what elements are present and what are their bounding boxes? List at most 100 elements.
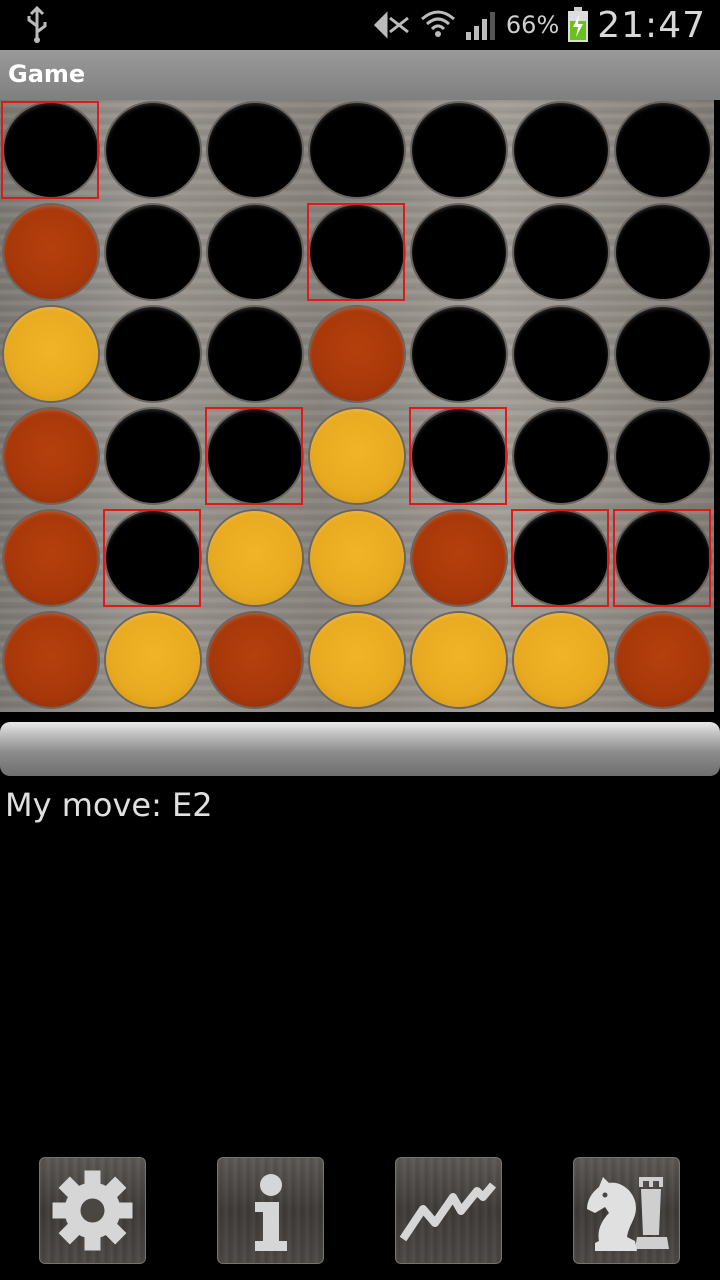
move-message: My move: E2	[5, 786, 213, 824]
board-cell[interactable]	[102, 610, 204, 712]
empty-slot	[106, 307, 200, 401]
empty-slot	[412, 103, 506, 197]
info-button[interactable]	[217, 1157, 324, 1264]
red-disc	[4, 613, 98, 707]
empty-slot	[616, 409, 710, 503]
board-cell[interactable]	[204, 406, 306, 508]
board-cell[interactable]	[612, 610, 714, 712]
red-disc	[4, 409, 98, 503]
board-cell[interactable]	[612, 202, 714, 304]
yellow-disc	[514, 613, 608, 707]
empty-slot	[412, 409, 506, 503]
board-cell[interactable]	[102, 100, 204, 202]
empty-slot	[106, 103, 200, 197]
board-cell[interactable]	[102, 202, 204, 304]
board-cell[interactable]	[510, 100, 612, 202]
empty-slot	[616, 511, 710, 605]
board-cell[interactable]	[306, 304, 408, 406]
info-icon	[255, 1174, 287, 1251]
wifi-icon	[420, 10, 455, 37]
empty-slot	[616, 103, 710, 197]
empty-slot	[208, 307, 302, 401]
empty-slot	[514, 103, 608, 197]
board-cell[interactable]	[510, 610, 612, 712]
empty-slot	[310, 103, 404, 197]
empty-slot	[106, 409, 200, 503]
board-cell[interactable]	[510, 304, 612, 406]
clock: 21:47	[597, 4, 706, 46]
empty-slot	[616, 307, 710, 401]
board-cell[interactable]	[204, 202, 306, 304]
battery-percent: 66%	[505, 11, 560, 39]
chart-icon	[399, 1182, 497, 1242]
board-cell[interactable]	[612, 406, 714, 508]
empty-slot	[412, 205, 506, 299]
board-cell[interactable]	[102, 406, 204, 508]
board-cell[interactable]	[306, 100, 408, 202]
chess-pieces-icon	[587, 1177, 669, 1251]
usb-icon	[27, 6, 47, 43]
red-disc	[616, 613, 710, 707]
board-cell[interactable]	[612, 304, 714, 406]
board-cell[interactable]	[612, 508, 714, 610]
empty-slot	[208, 103, 302, 197]
board-cell[interactable]	[408, 202, 510, 304]
board-cell[interactable]	[204, 304, 306, 406]
board-cell[interactable]	[204, 508, 306, 610]
red-disc	[412, 511, 506, 605]
statistics-button[interactable]	[395, 1157, 502, 1264]
board-cell[interactable]	[102, 304, 204, 406]
board-cell[interactable]	[204, 100, 306, 202]
red-disc	[310, 307, 404, 401]
chess-menu-button[interactable]	[573, 1157, 680, 1264]
board-cell[interactable]	[408, 304, 510, 406]
board-cell[interactable]	[0, 610, 102, 712]
board-cell[interactable]	[0, 508, 102, 610]
empty-slot	[106, 205, 200, 299]
no-signal-icon	[373, 11, 409, 39]
board-cell[interactable]	[408, 610, 510, 712]
game-board[interactable]	[0, 100, 714, 712]
cell-signal-icon	[465, 12, 495, 40]
board-cell[interactable]	[408, 100, 510, 202]
yellow-disc	[412, 613, 506, 707]
window-title: Game	[8, 60, 86, 88]
red-disc	[4, 205, 98, 299]
empty-slot	[412, 307, 506, 401]
yellow-disc	[310, 511, 404, 605]
yellow-disc	[310, 613, 404, 707]
board-cell[interactable]	[306, 202, 408, 304]
gear-icon	[52, 1170, 133, 1251]
board-cell[interactable]	[408, 508, 510, 610]
battery-charging-icon	[568, 7, 589, 42]
board-cell[interactable]	[612, 100, 714, 202]
empty-slot	[208, 205, 302, 299]
board-cell[interactable]	[510, 202, 612, 304]
board-cell[interactable]	[510, 508, 612, 610]
settings-button[interactable]	[39, 1157, 146, 1264]
empty-slot	[514, 409, 608, 503]
red-disc	[208, 613, 302, 707]
empty-slot	[514, 511, 608, 605]
board-cell[interactable]	[306, 508, 408, 610]
empty-slot	[310, 205, 404, 299]
empty-slot	[106, 511, 200, 605]
board-cell[interactable]	[102, 508, 204, 610]
empty-slot	[514, 205, 608, 299]
empty-slot	[514, 307, 608, 401]
board-cell[interactable]	[204, 610, 306, 712]
red-disc	[4, 511, 98, 605]
empty-slot	[4, 103, 98, 197]
board-cell[interactable]	[0, 100, 102, 202]
title-bar: Game	[0, 50, 720, 100]
board-cell[interactable]	[0, 406, 102, 508]
status-bar: 66% 21:47	[0, 0, 720, 50]
board-cell[interactable]	[306, 406, 408, 508]
board-cell[interactable]	[0, 202, 102, 304]
board-cell[interactable]	[408, 406, 510, 508]
board-cell[interactable]	[306, 610, 408, 712]
yellow-disc	[106, 613, 200, 707]
board-cell[interactable]	[510, 406, 612, 508]
board-cell[interactable]	[0, 304, 102, 406]
progress-bar	[0, 722, 720, 776]
